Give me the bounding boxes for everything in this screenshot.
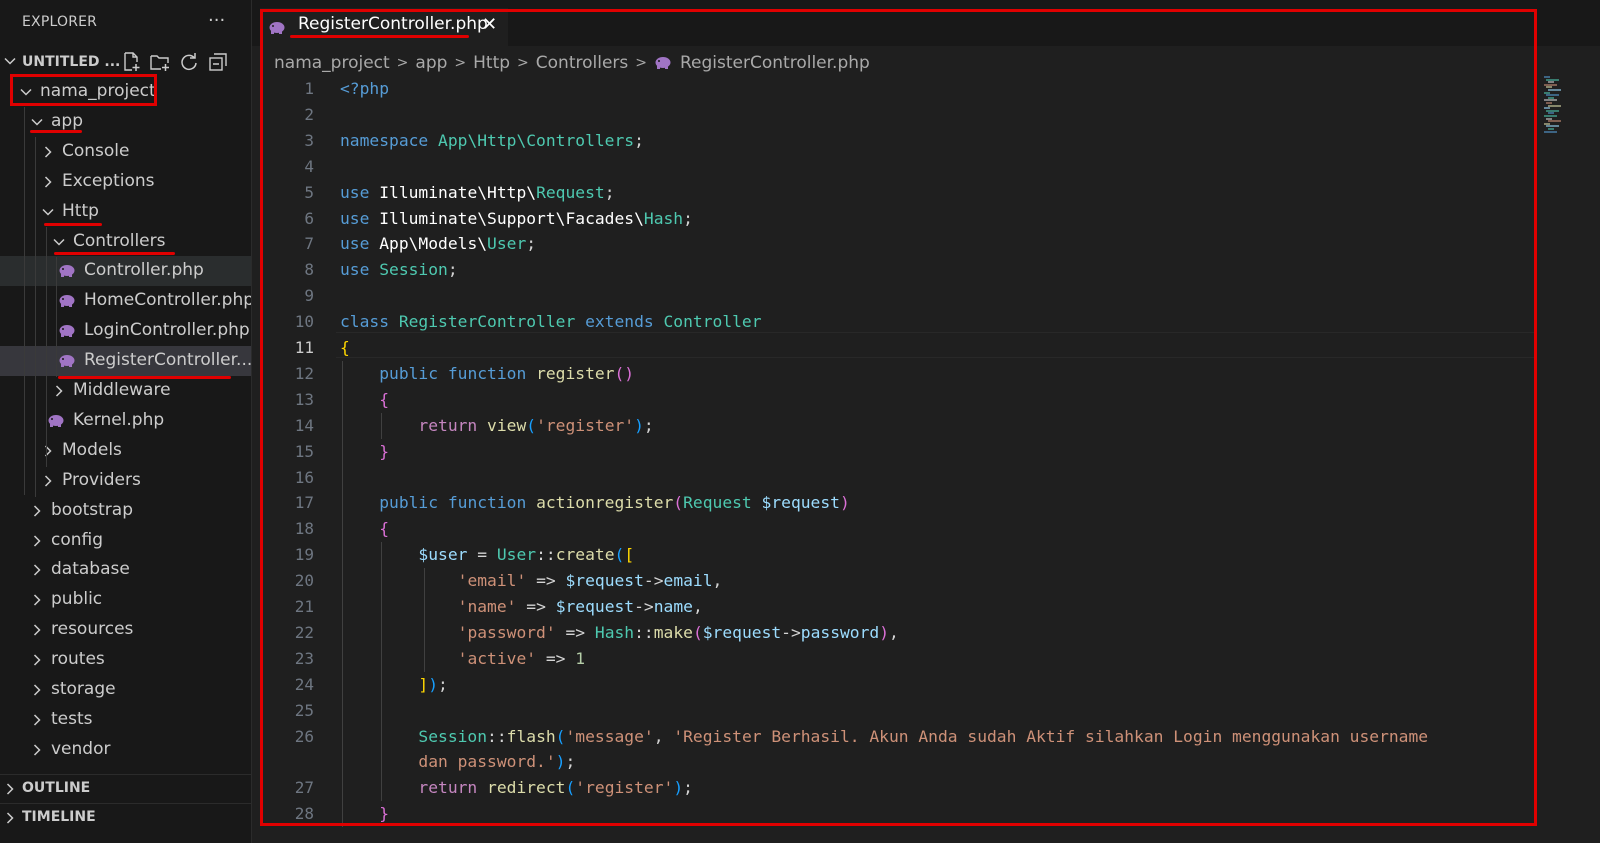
chevron-right-icon [33, 624, 41, 636]
tree-item-resources[interactable]: resources [0, 615, 251, 645]
chevron-down-icon [31, 118, 43, 126]
annotation-underline-register [58, 376, 231, 379]
tree-item-label: bootstrap [51, 499, 133, 520]
explorer-sidebar: EXPLORER ··· UNTITLED ... nama_project ap… [0, 0, 252, 843]
tree-item-label: app [51, 110, 83, 131]
chevron-right-icon [44, 146, 52, 158]
new-folder-icon[interactable] [149, 51, 171, 73]
chevron-right-icon [33, 505, 41, 517]
tree-item-label: Controllers [73, 230, 166, 251]
tree-item-label: Models [62, 439, 122, 460]
tree-item-label: LoginController.php [84, 320, 250, 341]
chevron-right-icon [33, 564, 41, 576]
chevron-down-icon [53, 238, 65, 246]
tree-item-label: tests [51, 708, 93, 729]
chevron-right-icon [33, 714, 41, 726]
tree-item-label: RegisterController.... [84, 350, 252, 371]
tree-item-label: Console [62, 140, 130, 161]
chevron-right-icon [44, 445, 52, 457]
tree-item-tests[interactable]: tests [0, 705, 251, 735]
tree-item-middleware[interactable]: Middleware [0, 376, 251, 406]
tree-item-database[interactable]: database [0, 555, 251, 585]
php-file-icon [59, 325, 75, 338]
php-file-icon [59, 295, 75, 308]
tree-item-vendor[interactable]: vendor [0, 735, 251, 765]
section-timeline[interactable]: TIMELINE [0, 803, 251, 832]
tree-item-bootstrap[interactable]: bootstrap [0, 496, 251, 526]
chevron-right-icon [44, 475, 52, 487]
annotation-underline-app [30, 130, 82, 133]
annotation-underline-http [44, 223, 102, 226]
tree-item-label: vendor [51, 738, 111, 759]
tree-item-registercontroller[interactable]: RegisterController.... [0, 346, 252, 377]
tree-item-public[interactable]: public [0, 585, 251, 615]
annotation-box-project [10, 74, 157, 106]
tree-item-routes[interactable]: routes [0, 645, 251, 675]
chevron-right-icon [44, 176, 52, 188]
tree-item-label: Exceptions [62, 170, 155, 191]
tree-item-label: storage [51, 679, 116, 699]
tree-item-label: HomeController.php [84, 290, 252, 311]
tree-item-models[interactable]: Models [0, 436, 251, 466]
tree-item-exceptions[interactable]: Exceptions [0, 167, 251, 197]
chevron-right-icon [55, 385, 63, 397]
annotation-underline-controllers [54, 252, 175, 255]
chevron-down-icon [42, 208, 54, 216]
chevron-right-icon [6, 783, 14, 795]
chevron-right-icon [33, 594, 41, 606]
tree-item-label: public [51, 589, 103, 610]
chevron-right-icon [33, 534, 41, 547]
tree-item-config[interactable]: config [0, 526, 251, 556]
workspace-actions [120, 51, 229, 73]
tree-item-label: routes [51, 649, 105, 670]
php-file-icon [48, 414, 64, 427]
tree-item-logincontroller-php[interactable]: LoginController.php [0, 316, 251, 346]
section-outline[interactable]: OUTLINE [0, 774, 251, 803]
tree-item-label: Http [62, 200, 99, 221]
annotation-box-editor [260, 9, 1537, 826]
section-label: TIMELINE [22, 809, 96, 825]
chevron-down-icon [4, 57, 16, 65]
tree-item-kernel-php[interactable]: Kernel.php [0, 406, 251, 436]
refresh-icon[interactable] [178, 51, 200, 73]
tree-item-controller-php[interactable]: Controller.php [0, 256, 251, 287]
chevron-right-icon [6, 812, 14, 824]
tree-item-label: resources [51, 619, 134, 640]
tree-item-label: database [51, 559, 130, 580]
chevron-right-icon [33, 744, 41, 756]
tree-item-storage[interactable]: storage [0, 675, 251, 705]
tree-item-label: Kernel.php [73, 409, 165, 430]
tree-item-console[interactable]: Console [0, 137, 251, 167]
new-file-icon[interactable] [120, 51, 142, 73]
tree-item-label: config [51, 529, 104, 550]
workspace-title: UNTITLED ... [22, 54, 121, 70]
tree-item-homecontroller-php[interactable]: HomeController.php [0, 286, 251, 316]
more-icon[interactable]: ··· [208, 10, 225, 31]
php-file-icon [59, 355, 75, 368]
section-label: OUTLINE [22, 780, 91, 796]
tree-item-label: Middleware [73, 380, 171, 400]
workspace-header[interactable]: UNTITLED ... [0, 48, 251, 76]
tree-item-providers[interactable]: Providers [0, 466, 251, 496]
php-file-icon [59, 265, 75, 278]
chevron-right-icon [33, 684, 41, 696]
chevron-right-icon [33, 654, 41, 666]
minimap[interactable] [1544, 76, 1566, 136]
collapse-all-icon[interactable] [207, 51, 229, 73]
tree-item-label: Controller.php [84, 260, 204, 281]
tree-item-http[interactable]: Http [0, 197, 251, 227]
tree-item-label: Providers [62, 469, 141, 490]
annotation-underline-tab [290, 35, 469, 38]
